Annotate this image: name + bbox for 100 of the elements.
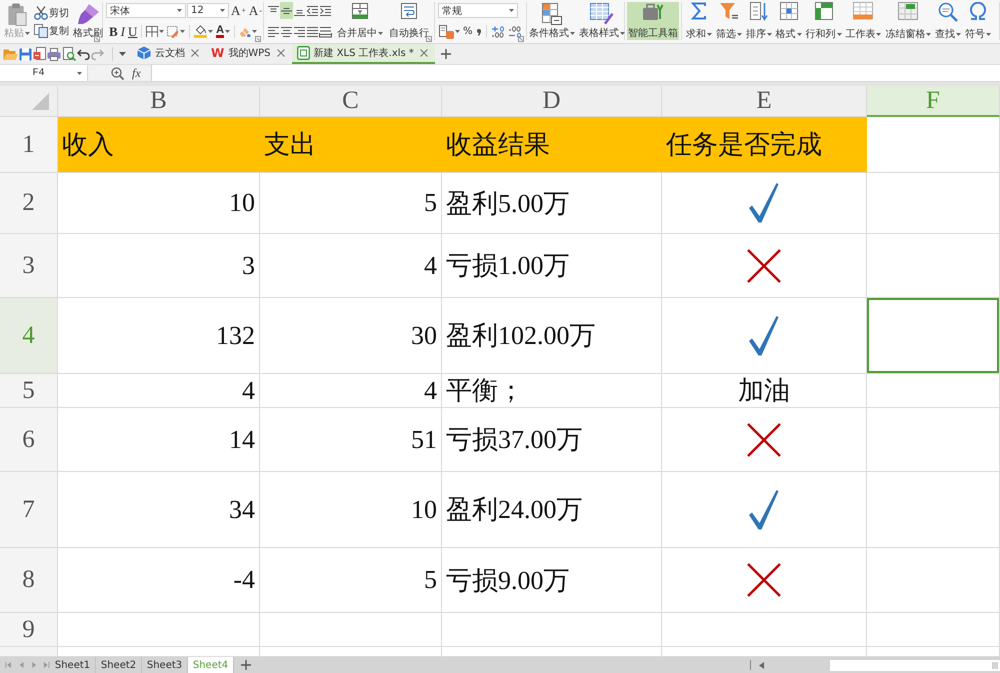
sum-button[interactable]: 求和 [686, 2, 712, 40]
row-header[interactable]: 5 [0, 374, 58, 408]
close-tab-button[interactable] [418, 47, 430, 59]
row-header[interactable]: 1 [0, 117, 58, 173]
formula-input-field[interactable] [150, 65, 1000, 81]
dialog-launcher-icon[interactable] [94, 36, 100, 42]
wrap-text-button[interactable]: 自动换行 [388, 2, 430, 40]
copy-button[interactable]: 复制 [33, 22, 70, 39]
column-header[interactable]: D [442, 86, 662, 117]
font-color-button[interactable]: A [215, 23, 232, 40]
format-painter-button[interactable]: 格式刷 [72, 2, 104, 40]
borders-button[interactable] [145, 23, 166, 40]
save-icon[interactable] [19, 48, 32, 60]
table-cell: 5 [260, 173, 442, 234]
table-cell: 10 [260, 472, 442, 548]
number-format-dropdown[interactable]: 常规 [438, 3, 518, 18]
row-header[interactable]: 7 [0, 472, 58, 548]
page-magnifier-icon[interactable] [62, 47, 76, 61]
rows-columns-button[interactable]: 行和列 [806, 2, 842, 40]
dialog-launcher-icon[interactable] [518, 36, 524, 42]
insert-function-button[interactable]: fx [130, 66, 143, 80]
comma-icon [476, 28, 482, 36]
table-cell: 亏损37.00万 [442, 408, 662, 472]
wrap-text-icon [401, 3, 417, 19]
caret-icon [796, 32, 802, 36]
italic-button[interactable]: I [120, 23, 126, 40]
column-header[interactable]: E [662, 86, 867, 117]
table-cell: 10 [58, 173, 260, 234]
magnifier-icon[interactable] [111, 66, 124, 80]
dialog-launcher-icon[interactable] [255, 36, 261, 42]
check-mark-icon [749, 316, 779, 356]
worksheet-button[interactable]: 工作表 [845, 2, 882, 40]
toolbox-button[interactable]: 智能工具箱 [627, 2, 679, 40]
close-icon [420, 49, 428, 57]
distributed-align-icon [319, 26, 332, 38]
find-button[interactable]: 查找 [935, 2, 962, 40]
cross-mark-icon [747, 563, 781, 597]
close-icon [276, 49, 285, 57]
plus-icon [241, 660, 251, 670]
center-align-icon [280, 26, 293, 38]
filter-button[interactable]: 筛选 [716, 2, 742, 40]
bold-button[interactable]: B [108, 23, 119, 40]
caret-icon [180, 30, 186, 33]
merge-center-button[interactable]: 合并居中 [336, 2, 384, 40]
plus-icon [440, 49, 451, 59]
table-cell: 加油 [662, 374, 867, 408]
row-header[interactable]: 8 [0, 548, 58, 613]
printer-icon[interactable] [47, 48, 61, 60]
close-tab-button[interactable] [274, 47, 287, 59]
cut-button[interactable]: 剪切 [33, 4, 70, 21]
alignment-button[interactable] [280, 2, 293, 19]
symbol-button[interactable]: 符号 [965, 2, 991, 40]
left-arrow-icon [759, 662, 764, 668]
column-header[interactable]: C [260, 86, 442, 117]
dialog-launcher-icon[interactable] [426, 36, 432, 42]
underline-button[interactable]: U [127, 23, 138, 40]
row-header[interactable]: 2 [0, 173, 58, 234]
caret-icon [509, 9, 514, 12]
row-header[interactable]: 9 [0, 613, 58, 647]
caret-icon [836, 32, 842, 36]
name-box[interactable]: F4 [0, 65, 88, 81]
column-header[interactable]: B [58, 86, 260, 117]
font-name-dropdown[interactable]: 宋体 [106, 3, 186, 18]
funnel-icon [718, 2, 739, 20]
sigma-icon [691, 2, 707, 20]
percent-button[interactable]: % [462, 23, 474, 40]
caret-icon [736, 32, 742, 36]
row-header[interactable]: 6 [0, 408, 58, 472]
table-style-button[interactable]: 表格样式 [578, 2, 626, 40]
freeze-panes-button[interactable]: 冻结窗格 [885, 2, 932, 40]
table-cell: 盈利5.00万 [442, 173, 662, 234]
fill-color-button[interactable] [193, 23, 214, 40]
grid-pencil-icon [167, 26, 180, 38]
row-header[interactable]: 3 [0, 234, 58, 298]
undo-icon[interactable] [77, 48, 90, 60]
caret-icon [208, 30, 214, 33]
document-icon[interactable] [33, 47, 46, 61]
sort-button[interactable]: 排序 [746, 2, 772, 40]
font-size-dropdown[interactable]: 12 [187, 3, 229, 18]
caret-icon [159, 30, 164, 33]
header-cell: 收入 [58, 117, 260, 173]
cell-style-button[interactable] [166, 23, 186, 40]
caret-icon[interactable] [119, 52, 126, 56]
tab[interactable]: 新建 XLS 工作表.xls * [292, 44, 435, 64]
scrollbar-thumb[interactable] [830, 660, 1000, 670]
table-cell: 亏损1.00万 [442, 234, 662, 298]
toolbox-icon [642, 3, 664, 21]
close-tab-button[interactable] [189, 47, 201, 59]
outdent-icon [306, 4, 319, 16]
selected-cell[interactable] [867, 298, 1000, 374]
tab[interactable]: 云文档 [132, 44, 206, 64]
conditional-format-button[interactable]: 条件格式 [528, 2, 576, 40]
number-format-button[interactable] [438, 23, 461, 40]
decrease-decimal-icon [508, 26, 522, 38]
format-button[interactable]: 格式 [776, 2, 802, 40]
grip-icon [992, 662, 998, 668]
tab[interactable]: W 我的WPS [206, 44, 292, 64]
omega-icon [969, 2, 987, 20]
cell-format-icon [439, 24, 454, 38]
justify-icon [306, 26, 319, 38]
